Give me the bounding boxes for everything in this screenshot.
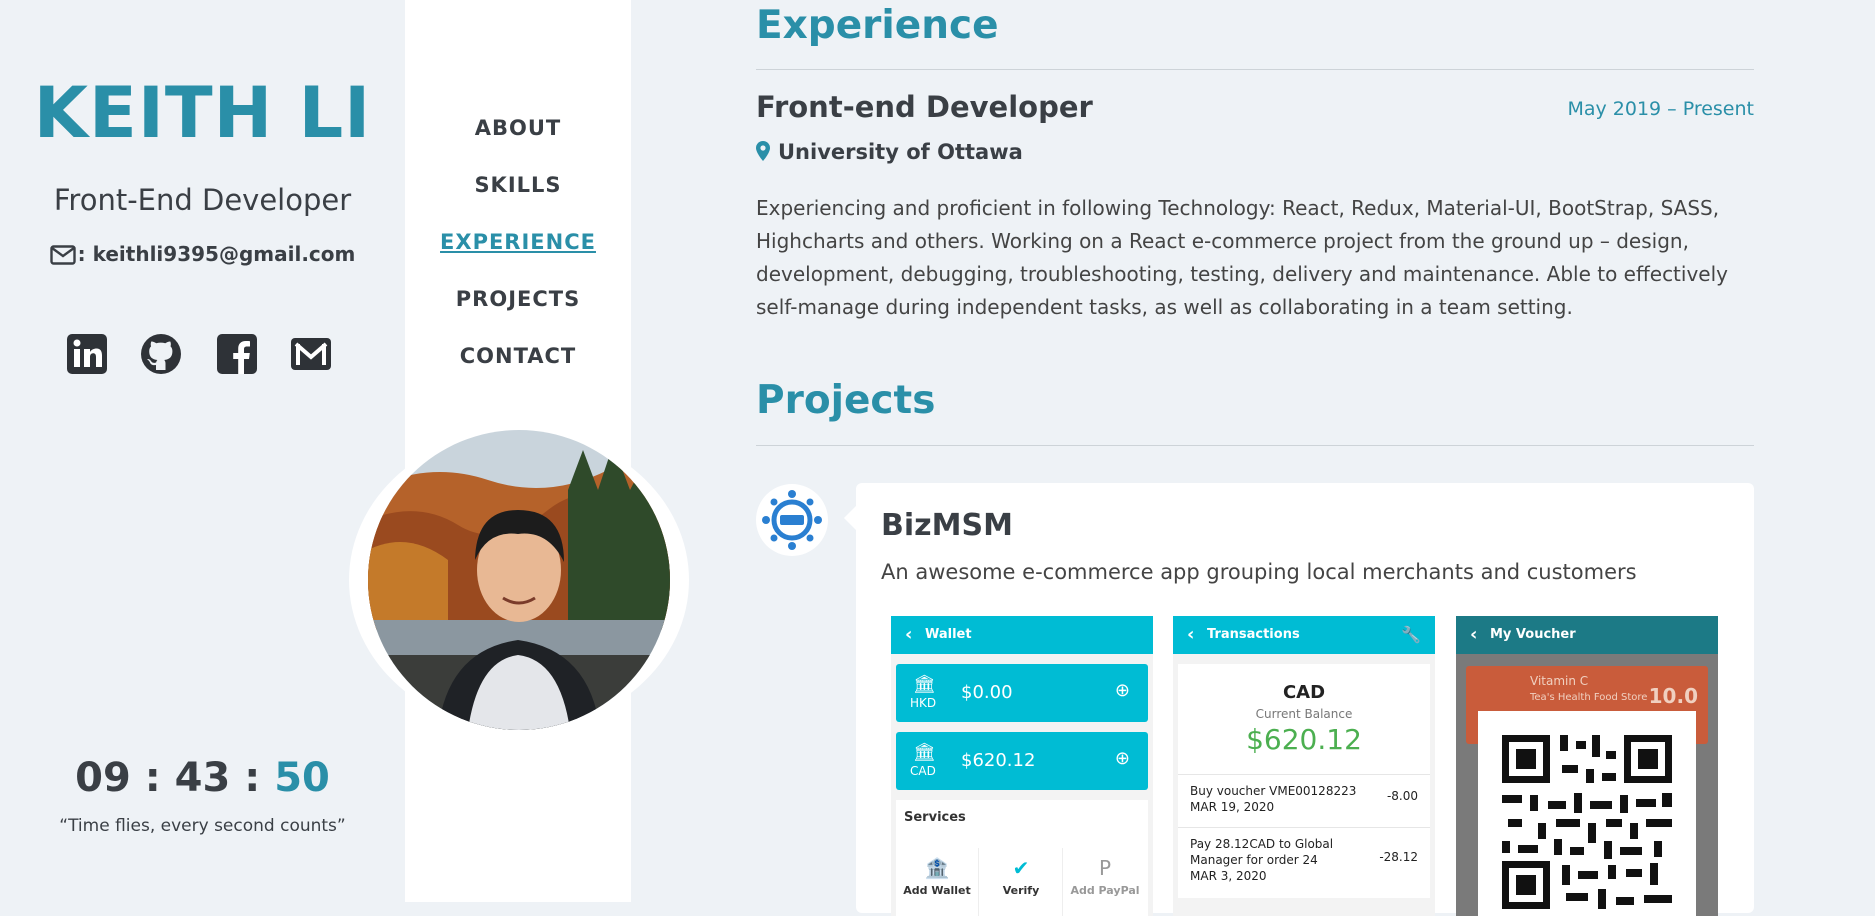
transaction-text: Pay 28.12CAD to Global Manager for order…	[1190, 837, 1334, 867]
service-item: ✔ Verify	[980, 848, 1063, 916]
voucher-store: Tea's Health Food Store	[1530, 692, 1648, 703]
qr-code	[1478, 711, 1696, 916]
project-title: BizMSM	[881, 508, 1013, 543]
paypal-icon: P	[1098, 856, 1112, 880]
transaction-date: MAR 3, 2020	[1190, 869, 1267, 883]
screen-title: Transactions	[1207, 627, 1300, 642]
linkedin-icon[interactable]	[66, 333, 108, 375]
wrench-icon: 🔧	[1401, 625, 1421, 644]
job-date: May 2019 – Present	[1567, 98, 1754, 120]
nav-about[interactable]: ABOUT	[405, 116, 631, 140]
profile-panel: KEITH LI Front-End Developer : keithli93…	[0, 0, 405, 902]
clock-quote: “Time flies, every second counts”	[59, 816, 346, 836]
bank-icon: 🏛	[913, 674, 936, 695]
add-funds-icon: ⊕	[1114, 680, 1130, 701]
main-content: Experience Front-end Developer May 2019 …	[756, 0, 1754, 916]
balance-label: Current Balance	[1255, 707, 1353, 721]
shield-check-icon: ✔	[1012, 856, 1030, 880]
nav-skills[interactable]: SKILLS	[405, 173, 631, 197]
app-bar: ‹ Wallet	[891, 616, 1153, 654]
wallet-currency: CAD	[910, 764, 936, 778]
qr-code-image	[1502, 735, 1672, 909]
clock-seconds: 50	[274, 755, 330, 801]
services-panel: Services 🏦 Add Wallet ✔ Verify P Add PayPal	[896, 800, 1148, 916]
wallet-row: 🏛 CAD $620.12 ⊕	[896, 732, 1148, 790]
location-pin-icon	[756, 141, 770, 161]
transaction-date: MAR 19, 2020	[1190, 800, 1275, 814]
profile-name: KEITH LI	[33, 72, 372, 154]
back-icon: ‹	[1187, 624, 1195, 645]
balance-value: $620.12	[1246, 723, 1362, 756]
project-card: BizMSM An awesome e-commerce app groupin…	[856, 483, 1754, 916]
service-label: Add PayPal	[1070, 884, 1140, 897]
card-pointer	[844, 506, 856, 530]
balance-panel: CAD Current Balance $620.12	[1178, 664, 1430, 774]
service-item: 🏦 Add Wallet	[896, 848, 979, 916]
bank-icon: 🏛	[913, 742, 936, 763]
wallet-row: 🏛 HKD $0.00 ⊕	[896, 664, 1148, 722]
transaction-amount: -28.12	[1379, 850, 1418, 864]
experience-heading: Experience	[756, 3, 999, 48]
social-links	[66, 333, 346, 375]
nav-experience[interactable]: EXPERIENCE	[405, 230, 631, 254]
avatar-photo	[368, 430, 670, 730]
transaction-row: Buy voucher VME00128223 MAR 19, 2020 -8.0…	[1178, 774, 1430, 827]
voucher-name: Vitamin C	[1530, 674, 1589, 688]
screen-title: My Voucher	[1490, 627, 1576, 642]
divider	[756, 445, 1754, 446]
job-org-name: University of Ottawa	[778, 140, 1023, 164]
facebook-icon[interactable]	[216, 333, 258, 375]
transaction-desc: Pay 28.12CAD to Global Manager for order…	[1190, 836, 1370, 884]
service-item: P Add PayPal	[1064, 848, 1146, 916]
app-bar: ‹ My Voucher	[1456, 616, 1718, 654]
project-description: An awesome e-commerce app grouping local…	[881, 560, 1637, 584]
clock-hours: 09	[75, 755, 131, 801]
divider	[756, 69, 1754, 70]
transaction-desc: Buy voucher VME00128223 MAR 19, 2020	[1190, 783, 1370, 815]
wallet-screenshot: ‹ Wallet 🏛 HKD $0.00 ⊕ 🏛 CAD $620.12 ⊕ Se…	[891, 616, 1153, 916]
job-title: Front-end Developer	[756, 90, 1093, 124]
wallet-currency: HKD	[910, 696, 937, 710]
clock-sep: :	[144, 755, 161, 801]
clock-minutes: 43	[174, 755, 231, 801]
job-description: Experiencing and proficient in following…	[756, 196, 1728, 319]
projects-heading: Projects	[756, 378, 936, 423]
project-logo	[756, 484, 828, 556]
clock-sep: :	[244, 755, 261, 801]
wallet-amount: $0.00	[961, 682, 1013, 703]
nav-projects[interactable]: PROJECTS	[405, 287, 631, 311]
screen-title: Wallet	[925, 627, 972, 642]
email-address[interactable]: keithli9395@gmail.com	[93, 242, 356, 266]
transaction-amount: -8.00	[1386, 789, 1418, 803]
balance-currency: CAD	[1282, 682, 1326, 703]
app-bar: ‹ Transactions 🔧	[1173, 616, 1435, 654]
service-label: Verify	[1002, 884, 1040, 897]
services-label: Services	[904, 810, 966, 825]
back-icon: ‹	[1470, 624, 1478, 645]
job-org: University of Ottawa	[756, 140, 1023, 164]
profile-email[interactable]: : keithli9395@gmail.com	[0, 242, 405, 266]
add-wallet-icon: 🏦	[924, 856, 950, 880]
transaction-row: Pay 28.12CAD to Global Manager for order…	[1178, 827, 1430, 898]
service-label: Add Wallet	[903, 884, 971, 897]
github-icon[interactable]	[140, 333, 182, 375]
email-prefix: :	[77, 242, 86, 266]
mail-icon[interactable]	[290, 333, 332, 375]
transactions-screenshot: ‹ Transactions 🔧 CAD Current Balance $620.…	[1173, 616, 1435, 916]
add-funds-icon: ⊕	[1114, 748, 1130, 769]
nav-contact[interactable]: CONTACT	[405, 344, 631, 368]
back-icon: ‹	[905, 624, 913, 645]
avatar	[368, 430, 670, 730]
profile-role: Front-End Developer	[53, 183, 352, 217]
voucher-value: 10.0	[1648, 684, 1698, 708]
envelope-icon	[49, 245, 76, 265]
transaction-text: Buy voucher VME00128223	[1190, 784, 1357, 798]
bizmsm-logo-icon	[762, 490, 822, 550]
voucher-screenshot: ‹ My Voucher Vitamin C Tea's Health Food …	[1456, 616, 1718, 916]
digital-clock: 09 : 43 : 50	[0, 755, 405, 801]
wallet-amount: $620.12	[961, 750, 1036, 771]
